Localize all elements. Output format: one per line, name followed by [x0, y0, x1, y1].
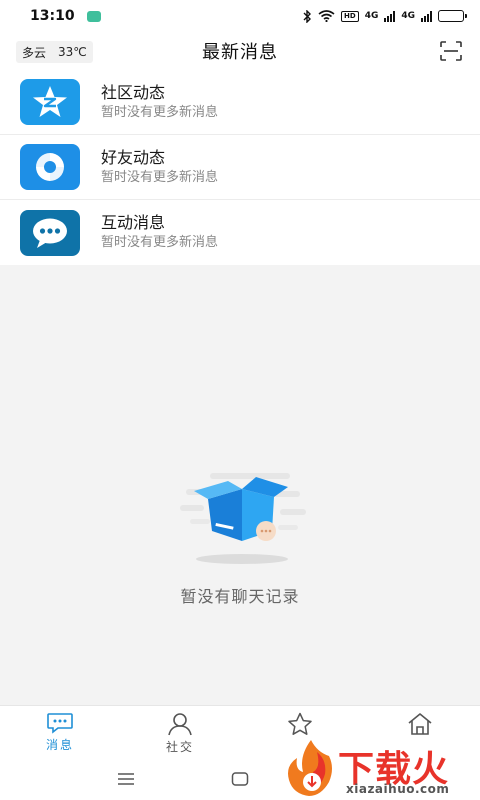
list-item-subtitle: 暂时没有更多新消息 — [101, 104, 219, 120]
status-bar: 13:10 HD 4G 4G — [0, 0, 480, 32]
battery-icon — [438, 10, 467, 22]
empty-box-icon — [180, 473, 306, 564]
list-item-community[interactable]: 社区动态 暂时没有更多新消息 — [0, 70, 480, 135]
weather-temperature: 33℃ — [58, 45, 87, 59]
chat-bubble-icon — [20, 209, 80, 256]
hd-badge: HD — [341, 10, 359, 22]
weather-widget[interactable]: 多云 33℃ — [16, 41, 93, 63]
qzone-star-icon — [20, 79, 80, 125]
list-item-title: 互动消息 — [101, 213, 166, 232]
page-title: 最新消息 — [202, 42, 278, 63]
status-time: 13:10 — [30, 8, 75, 24]
flame-logo-icon — [288, 740, 332, 796]
watermark-url: xiazaihuo.com — [346, 782, 450, 796]
message-icon — [47, 713, 73, 734]
tab-messages[interactable]: 消息 — [0, 706, 120, 761]
list-item-friends[interactable]: 好友动态 暂时没有更多新消息 — [0, 135, 480, 200]
weather-condition: 多云 — [22, 45, 47, 60]
signal-icon-1 — [384, 10, 396, 22]
person-icon — [168, 713, 192, 736]
message-category-list: 社区动态 暂时没有更多新消息 好友动态 暂时没有更多新消息 互动消息 暂时没有更… — [0, 70, 480, 265]
tab-label: 社交 — [165, 740, 194, 754]
app-notification-icon — [86, 10, 101, 22]
top-header: 多云 33℃ 最新消息 — [0, 32, 480, 70]
list-item-title: 好友动态 — [101, 147, 166, 167]
star-icon — [288, 712, 312, 735]
bluetooth-icon — [303, 9, 312, 23]
list-item-interactions[interactable]: 互动消息 暂时没有更多新消息 — [0, 200, 480, 265]
list-item-subtitle: 暂时没有更多新消息 — [101, 235, 219, 250]
empty-state-text: 暂没有聊天记录 — [180, 587, 300, 606]
wifi-icon — [318, 10, 335, 22]
home-icon — [408, 713, 432, 735]
signal-icon-2 — [421, 10, 432, 22]
network-type-1: 4G — [364, 11, 379, 21]
network-type-2: 4G — [401, 11, 415, 21]
scan-icon[interactable] — [440, 41, 462, 61]
tab-social[interactable]: 社交 — [120, 706, 240, 761]
watermark-logo: 下载火 xiazaihuo.com — [283, 738, 480, 800]
home-nav-icon[interactable] — [231, 772, 249, 786]
friend-swirl-icon — [20, 144, 80, 190]
list-item-title: 社区动态 — [101, 82, 166, 102]
list-item-subtitle: 暂时没有更多新消息 — [101, 169, 219, 185]
tab-label: 消息 — [45, 738, 74, 752]
menu-icon[interactable] — [117, 772, 135, 786]
status-icons: HD 4G 4G — [302, 9, 467, 23]
empty-state: 暂没有聊天记录 — [0, 465, 480, 607]
